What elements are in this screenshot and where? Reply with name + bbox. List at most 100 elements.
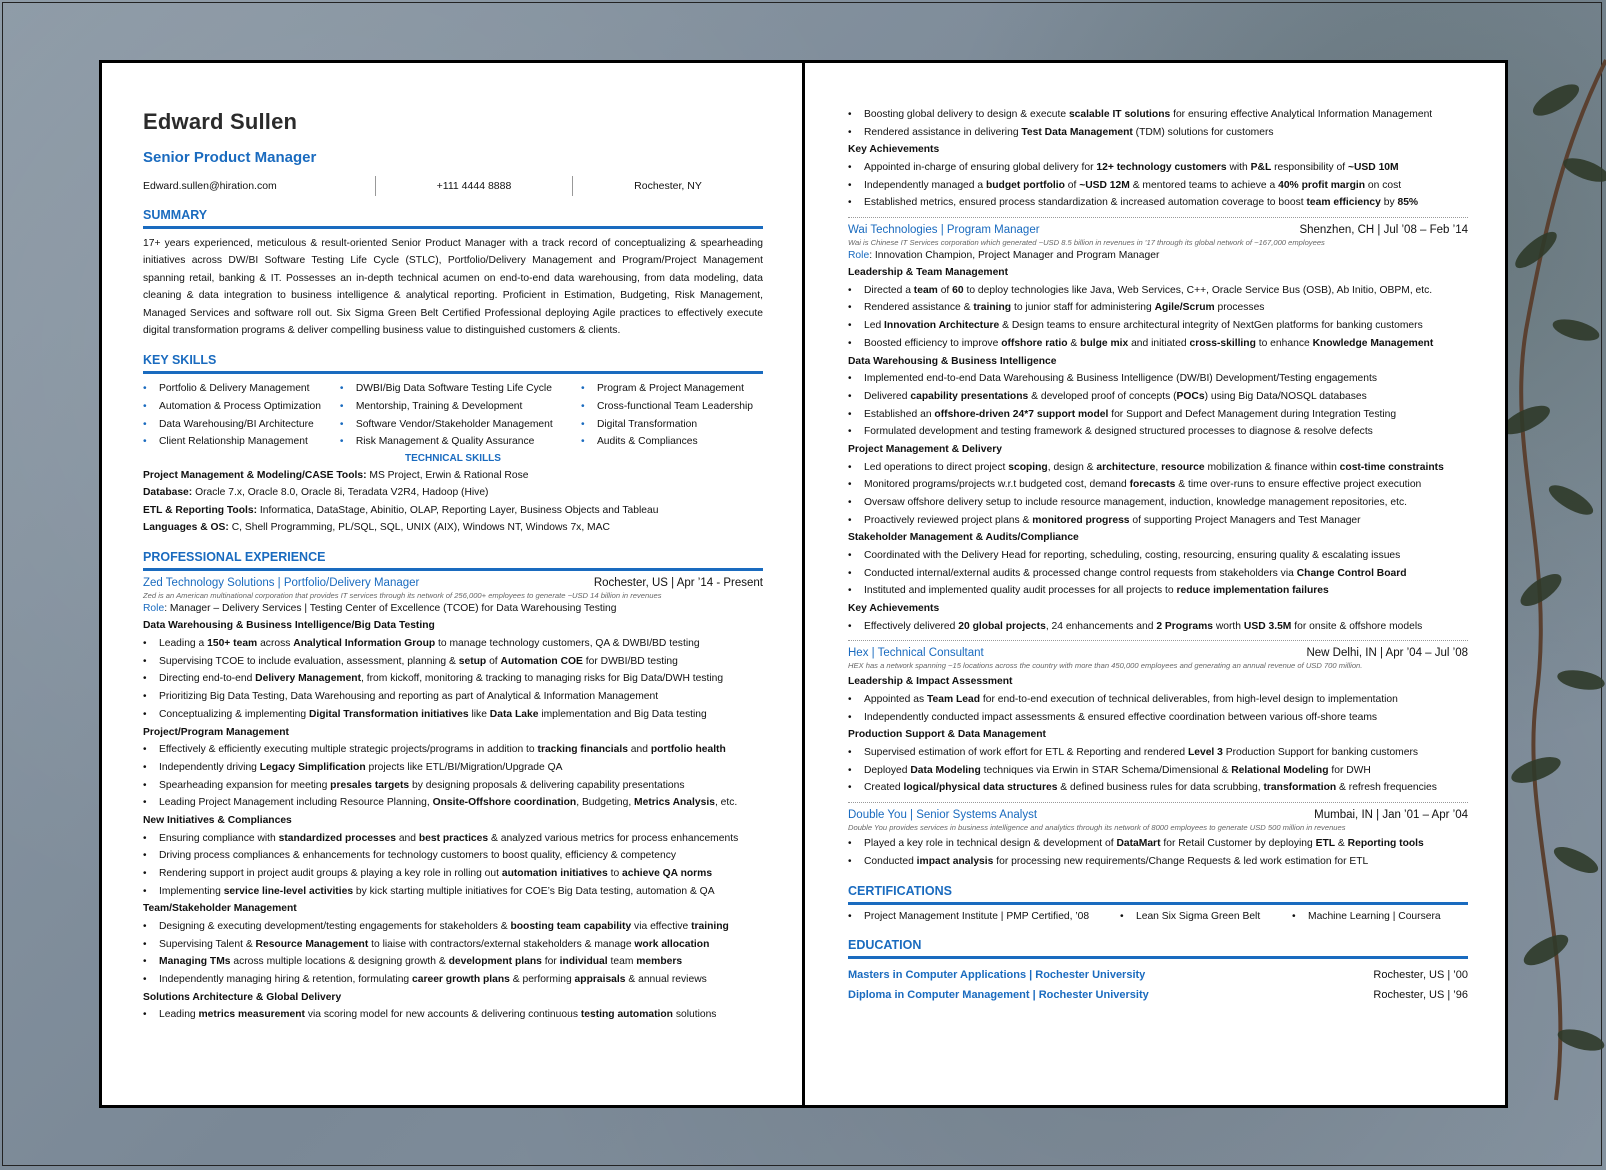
bullet-item: Led Innovation Architecture & Design tea… — [848, 317, 1468, 335]
technical-skill-line: Languages & OS: C, Shell Programming, PL… — [143, 519, 763, 536]
bullet-item: Spearheading expansion for meeting presa… — [143, 777, 763, 795]
bullet-item: Boosting global delivery to design & exe… — [848, 106, 1468, 124]
responsibility-subheading: Key Achievements — [848, 603, 940, 615]
section-divider — [143, 371, 763, 375]
job-groups: Data Warehousing & Business Intelligence… — [143, 617, 763, 1024]
candidate-name: Edward Sullen — [143, 109, 298, 134]
summary-text: 17+ years experienced, meticulous & resu… — [143, 238, 763, 337]
responsibility-bullets: Effectively & efficiently executing mult… — [143, 741, 763, 812]
certification-item: Project Management Institute | PMP Certi… — [848, 911, 1120, 922]
education-degree: Masters in Computer Applications | Roche… — [848, 969, 1146, 982]
responsibility-bullets: Leading metrics measurement via scoring … — [143, 1006, 763, 1024]
achievements-heading: Key Achievements — [848, 144, 940, 156]
certifications-list: Project Management Institute | PMP Certi… — [848, 911, 1468, 922]
responsibility-subheading: Data Warehousing & Business Intelligence… — [143, 620, 435, 632]
zed-achievements: Appointed in-charge of ensuring global d… — [848, 159, 1468, 212]
technical-skills-list: Project Management & Modeling/CASE Tools… — [143, 467, 763, 537]
skill-item: Software Vendor/Stakeholder Management — [340, 416, 581, 434]
bullet-item: Effectively delivered 20 global projects… — [848, 618, 1468, 636]
job-company-title: Hex | Technical Consultant — [848, 647, 984, 660]
bullet-item: Proactively reviewed project plans & mon… — [848, 512, 1468, 530]
education-item: Masters in Computer Applications | Roche… — [848, 965, 1468, 985]
bullet-item: Boosted efficiency to improve offshore r… — [848, 335, 1468, 353]
bullet-item: Established metrics, ensured process sta… — [848, 194, 1468, 212]
responsibility-bullets: Appointed as Team Lead for end-to-end ex… — [848, 691, 1468, 726]
bullet-item: Supervising Talent & Resource Management… — [143, 936, 763, 954]
bullet-item: Oversaw offshore delivery setup to inclu… — [848, 494, 1468, 512]
skill-item: Mentorship, Training & Development — [340, 398, 581, 416]
contact-bar: Edward.sullen@hiration.com +111 4444 888… — [143, 176, 763, 196]
bullet-item: Implementing service line-level activiti… — [143, 883, 763, 901]
bullet-item: Appointed as Team Lead for end-to-end ex… — [848, 691, 1468, 709]
certification-item: Lean Six Sigma Green Belt — [1120, 911, 1292, 922]
education-item: Diploma in Computer Management | Rochest… — [848, 985, 1468, 1005]
job-divider — [848, 217, 1468, 219]
job-location-dates: Shenzhen, CH | Jul ’08 – Feb ’14 — [1299, 224, 1468, 237]
job-hex: Hex | Technical Consultant New Delhi, IN… — [848, 647, 1468, 797]
company-description: Double You provides services in business… — [848, 823, 1346, 833]
summary-heading: SUMMARY — [143, 208, 208, 222]
bullet-item: Directing end-to-end Delivery Management… — [143, 670, 763, 688]
skills-column-1: Portfolio & Delivery ManagementAutomatio… — [143, 380, 340, 450]
skill-item: Portfolio & Delivery Management — [143, 380, 340, 398]
skill-item: Automation & Process Optimization — [143, 398, 340, 416]
responsibility-bullets: Coordinated with the Delivery Head for r… — [848, 547, 1468, 600]
education-heading: EDUCATION — [848, 938, 922, 953]
bullet-item: Independently managed a budget portfolio… — [848, 177, 1468, 195]
responsibility-subheading: Project/Program Management — [143, 726, 289, 738]
section-divider — [848, 902, 1468, 906]
bullet-item: Rendered assistance in delivering Test D… — [848, 124, 1468, 142]
certifications-heading: CERTIFICATIONS — [848, 884, 952, 899]
skill-item: Cross-functional Team Leadership — [581, 398, 763, 416]
skill-item: DWBI/Big Data Software Testing Life Cycl… — [340, 380, 581, 398]
bullet-item: Leading Project Management including Res… — [143, 794, 763, 812]
responsibility-subheading: New Initiatives & Compliances — [143, 814, 292, 826]
education-meta: Rochester, US | ’96 — [1373, 989, 1468, 1002]
bullet-item: Leading metrics measurement via scoring … — [143, 1006, 763, 1024]
resume-page-2: Boosting global delivery to design & exe… — [802, 60, 1508, 1108]
job-wai: Wai Technologies | Program Manager Shenz… — [848, 224, 1468, 635]
technical-skill-value: Oracle 7.x, Oracle 8.0, Oracle 8i, Terad… — [192, 487, 489, 499]
technical-skill-line: Database: Oracle 7.x, Oracle 8.0, Oracle… — [143, 484, 763, 501]
bullet-item: Directed a team of 60 to deploy technolo… — [848, 282, 1468, 300]
certification-item: Machine Learning | Coursera — [1292, 911, 1441, 922]
bullet-item: Supervised estimation of work effort for… — [848, 744, 1468, 762]
role-text: : Manager – Delivery Services | Testing … — [164, 603, 617, 615]
job-role: Role: Innovation Champion, Project Manag… — [848, 250, 1468, 261]
responsibility-subheading: Leadership & Impact Assessment — [848, 676, 1013, 688]
company-description: Wai is Chinese IT Services corporation w… — [848, 238, 1325, 248]
section-divider — [848, 956, 1468, 960]
responsibility-bullets: Supervised estimation of work effort for… — [848, 744, 1468, 797]
bullet-item: Ensuring compliance with standardized pr… — [143, 830, 763, 848]
bullet-item: Implemented end-to-end Data Warehousing … — [848, 370, 1468, 388]
bullet-item: Deployed Data Modeling techniques via Er… — [848, 762, 1468, 780]
job-divider — [848, 640, 1468, 642]
bullet-item: Driving process compliances & enhancemen… — [143, 847, 763, 865]
key-skills-list: Portfolio & Delivery ManagementAutomatio… — [143, 380, 763, 450]
bullet-item: Conceptualizing & implementing Digital T… — [143, 706, 763, 724]
bullet-item: Monitored programs/projects w.r.t budget… — [848, 476, 1468, 494]
responsibility-bullets: Effectively delivered 20 global projects… — [848, 618, 1468, 636]
responsibility-subheading: Data Warehousing & Business Intelligence — [848, 355, 1057, 367]
role-label: Role — [848, 250, 870, 262]
key-skills-heading: KEY SKILLS — [143, 353, 217, 368]
job-bullets: Played a key role in technical design & … — [848, 835, 1468, 870]
contact-phone: +111 4444 8888 — [436, 180, 512, 192]
company-description: HEX has a network spanning ~15 locations… — [848, 661, 1363, 671]
bullet-item: Coordinated with the Delivery Head for r… — [848, 547, 1468, 565]
job-groups: Leadership & Impact Assessment Appointed … — [848, 673, 1468, 797]
zed-continued-bullets: Boosting global delivery to design & exe… — [848, 106, 1468, 141]
bullet-item: Independently managing hiring & retentio… — [143, 971, 763, 989]
job-company-title: Zed Technology Solutions | Portfolio/Del… — [143, 577, 420, 590]
bullet-item: Rendered assistance & training to junior… — [848, 299, 1468, 317]
technical-skill-line: ETL & Reporting Tools: Informatica, Data… — [143, 502, 763, 519]
resume-page-1: Edward Sullen Senior Product Manager Edw… — [99, 60, 805, 1108]
skill-item: Audits & Compliances — [581, 433, 763, 451]
skill-item: Program & Project Management — [581, 380, 763, 398]
bullet-item: Independently driving Legacy Simplificat… — [143, 759, 763, 777]
responsibility-subheading: Project Management & Delivery — [848, 443, 1002, 455]
bullet-item: Delivered capability presentations & dev… — [848, 388, 1468, 406]
responsibility-subheading: Team/Stakeholder Management — [143, 903, 297, 915]
contact-email[interactable]: Edward.sullen@hiration.com — [143, 180, 375, 192]
responsibility-bullets: Leading a 150+ team across Analytical In… — [143, 635, 763, 724]
